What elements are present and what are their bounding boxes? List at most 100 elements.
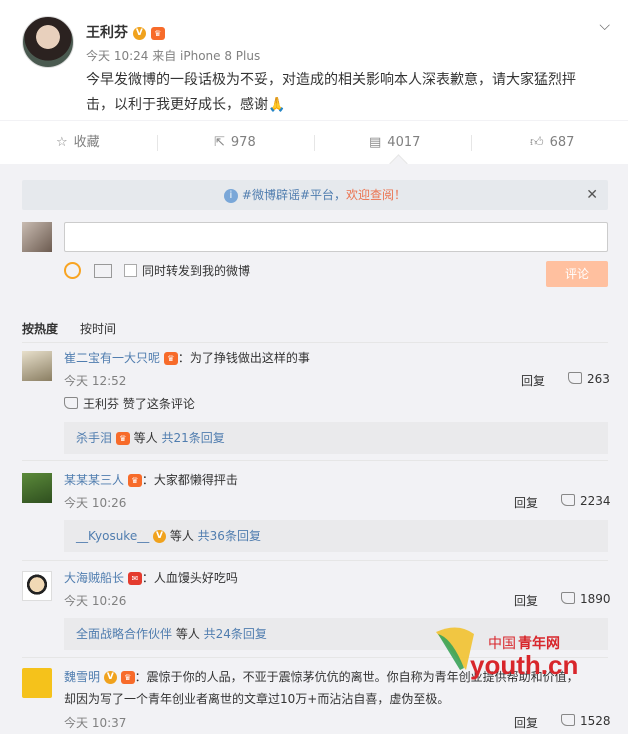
reply-button[interactable]: 回复 — [514, 494, 538, 511]
comment-text: ：人血馒头好吃吗 — [141, 571, 238, 585]
vip-crown-icon: ♛ — [120, 671, 135, 684]
comment-time: 今天 12:52 — [64, 374, 127, 388]
comment-time: 今天 10:37 — [64, 716, 127, 730]
favorite-label: 收藏 — [73, 135, 100, 150]
comment-like-button[interactable]: 1890 — [561, 592, 611, 606]
author-avatar[interactable] — [22, 16, 74, 68]
commenter-name[interactable]: 大海贼船长 — [64, 571, 124, 585]
rumor-notice: i #微博辟谣#平台，欢迎查阅！ ✕ — [22, 180, 608, 210]
watermark-brand: 青年网 — [518, 635, 560, 651]
comment-time: 今天 10:26 — [64, 594, 127, 608]
star-icon: ☆ — [56, 135, 68, 150]
chevron-down-icon[interactable]: ⌵ — [599, 18, 610, 34]
sort-bar: 按热度 按时间 — [22, 312, 608, 343]
action-bar: ☆ 收藏 ⇱ 978 ▤ 4017 👍︎ 687 — [0, 120, 628, 166]
notice-link[interactable]: 欢迎查阅！ — [346, 188, 406, 202]
sort-hot-tab[interactable]: 按热度 — [22, 320, 58, 337]
commenter-name[interactable]: 魏雪明 — [64, 670, 100, 684]
comment-count: 4017 — [387, 135, 421, 150]
reply-button[interactable]: 回复 — [514, 714, 538, 731]
comment-line: 崔二宝有一大只呢 ♛ ：为了挣钱做出这样的事 — [64, 349, 310, 366]
comment-text-cont: 却因为写了一个青年创业者离世的文章过10万+而沾沾自喜，虚伪至极。 — [64, 692, 450, 706]
post-text-line2: 击，以利于我更好成长，感谢🙏 — [86, 97, 286, 113]
divider — [314, 135, 315, 151]
thumbs-up-icon — [561, 494, 575, 506]
comment-icon: ▤ — [369, 135, 382, 150]
vip-crown-icon: ♛ — [163, 352, 178, 365]
verified-icon: V — [132, 26, 146, 40]
comment-line: 某某某三人 ♛ ：大家都懒得抨击 — [64, 471, 238, 488]
sub-reply-mid: 等人 — [166, 529, 198, 543]
comment-like-button[interactable]: 1528 — [561, 714, 611, 728]
comment-like-count: 2234 — [580, 494, 611, 508]
repost-button[interactable]: ⇱ 978 — [214, 121, 256, 165]
comment-like-count: 1528 — [580, 714, 611, 728]
commenter-name[interactable]: 崔二宝有一大只呢 — [64, 351, 160, 365]
vip-crown-icon: ♛ — [127, 474, 142, 487]
youth-cn-watermark: 中国 青年网 youth.cn — [430, 624, 610, 688]
thumbs-up-icon: 👍︎ — [530, 135, 544, 150]
sub-replies[interactable]: __Kyosuke__ V 等人 共36条回复 — [64, 520, 608, 552]
divider — [22, 560, 608, 561]
commenter-avatar[interactable] — [22, 473, 52, 503]
forward-checkbox[interactable] — [124, 264, 137, 277]
sub-reply-user[interactable]: __Kyosuke__ — [76, 529, 149, 543]
emoji-icon[interactable] — [64, 262, 81, 279]
sub-reply-count[interactable]: 共24条回复 — [204, 627, 267, 641]
thumbs-up-icon — [561, 592, 575, 604]
divider — [471, 135, 472, 151]
image-icon[interactable] — [94, 264, 112, 278]
thumbs-up-icon — [568, 372, 582, 384]
sub-reply-count[interactable]: 共36条回复 — [198, 529, 261, 543]
repost-icon: ⇱ — [214, 135, 225, 150]
post-meta: 今天 10:24 来自 iPhone 8 Plus — [86, 49, 261, 63]
verified-icon: V — [103, 671, 117, 684]
thumbs-up-icon — [64, 397, 78, 409]
sub-reply-user[interactable]: 杀手泪 — [76, 431, 112, 445]
favorite-button[interactable]: ☆ 收藏 — [56, 121, 100, 165]
repost-count: 978 — [230, 135, 256, 150]
comment-time: 今天 10:26 — [64, 496, 127, 510]
submit-comment-button[interactable]: 评论 — [546, 261, 608, 287]
reply-button[interactable]: 回复 — [521, 372, 545, 389]
commenter-avatar[interactable] — [22, 571, 52, 601]
reply-button[interactable]: 回复 — [514, 592, 538, 609]
watermark-cn: 中国 — [488, 635, 516, 651]
watermark-latin: youth.cn — [470, 650, 578, 680]
comment-like-count: 263 — [587, 372, 610, 386]
commenter-avatar[interactable] — [22, 351, 52, 381]
comment-like-button[interactable]: 263 — [568, 372, 610, 386]
liked-by-author: 王利芬 赞了这条评论 — [64, 395, 195, 412]
vip-crown-icon: ♛ — [115, 432, 130, 445]
divider — [22, 460, 608, 461]
thumbs-up-icon — [561, 714, 575, 726]
post-author[interactable]: 王利芬 V ♛ — [86, 22, 165, 42]
my-avatar — [22, 222, 52, 252]
sub-replies[interactable]: 杀手泪 ♛ 等人 共21条回复 — [64, 422, 608, 454]
comment-line: 大海贼船长 ✉ ：人血馒头好吃吗 — [64, 569, 238, 586]
vip-badge-icon: ✉ — [127, 572, 142, 585]
close-icon[interactable]: ✕ — [586, 180, 598, 210]
sort-time-tab[interactable]: 按时间 — [80, 320, 116, 337]
youth-cn-logo: 中国 青年网 youth.cn — [436, 627, 578, 680]
comment-text: ：为了挣钱做出这样的事 — [177, 351, 310, 365]
sub-reply-mid: 等人 — [129, 431, 162, 445]
author-name[interactable]: 王利芬 — [86, 25, 128, 41]
comment-text: ：大家都懒得抨击 — [141, 473, 238, 487]
notice-prefix[interactable]: #微博辟谣#平台， — [242, 188, 346, 202]
info-icon: i — [223, 188, 238, 203]
forward-label: 同时转发到我的微博 — [142, 264, 251, 278]
liked-by-text: 王利芬 赞了这条评论 — [83, 397, 195, 411]
like-count: 687 — [549, 135, 575, 150]
post-text: 今早发微博的一段话极为不妥，对造成的相关影响本人深表歉意，请大家猛烈抨 击，以利… — [86, 68, 606, 118]
sub-reply-count[interactable]: 共21条回复 — [161, 431, 224, 445]
vip-crown-icon: ♛ — [150, 26, 165, 40]
post-text-line1: 今早发微博的一段话极为不妥，对造成的相关影响本人深表歉意，请大家猛烈抨 — [86, 72, 576, 88]
comment-input[interactable] — [64, 222, 608, 252]
commenter-name[interactable]: 某某某三人 — [64, 473, 124, 487]
comment-like-button[interactable]: 2234 — [561, 494, 611, 508]
sub-reply-user[interactable]: 全面战略合作伙伴 — [76, 627, 172, 641]
commenter-avatar[interactable] — [22, 668, 52, 698]
divider — [157, 135, 158, 151]
like-button[interactable]: 👍︎ 687 — [530, 121, 574, 165]
